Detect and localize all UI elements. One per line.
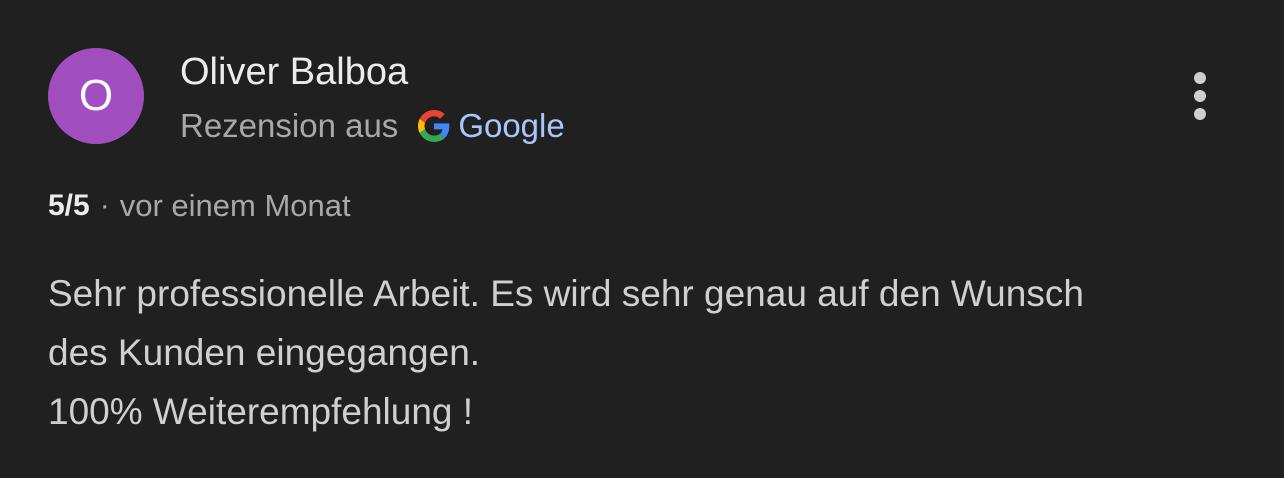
more-options-button[interactable] — [1176, 66, 1224, 126]
avatar-initial: O — [78, 71, 114, 120]
review-text-line: des Kunden eingegangen. — [48, 332, 481, 373]
review-card: O Oliver Balboa Rezension aus Google 5/5… — [0, 0, 1284, 478]
author-name[interactable]: Oliver Balboa — [180, 50, 408, 94]
avatar[interactable]: O — [48, 48, 144, 144]
more-vert-icon-dot — [1194, 108, 1206, 120]
review-text-line: 100% Weiterempfehlung ! — [48, 391, 474, 432]
google-g-icon — [418, 110, 450, 142]
review-source: Rezension aus Google — [180, 104, 565, 148]
review-time: vor einem Monat — [119, 188, 351, 223]
more-vert-icon — [1194, 72, 1206, 84]
source-prefix: Rezension aus — [180, 107, 399, 144]
review-text-line: Sehr professionelle Arbeit. Es wird sehr… — [48, 273, 1084, 314]
more-vert-icon-dot — [1194, 90, 1206, 102]
meta-separator: · — [99, 189, 110, 222]
review-text: Sehr professionelle Arbeit. Es wird sehr… — [48, 264, 1248, 441]
google-source-link[interactable]: Google — [458, 107, 564, 145]
rating-value: 5/5 — [48, 189, 90, 222]
review-meta: 5/5 · vor einem Monat — [48, 186, 351, 226]
